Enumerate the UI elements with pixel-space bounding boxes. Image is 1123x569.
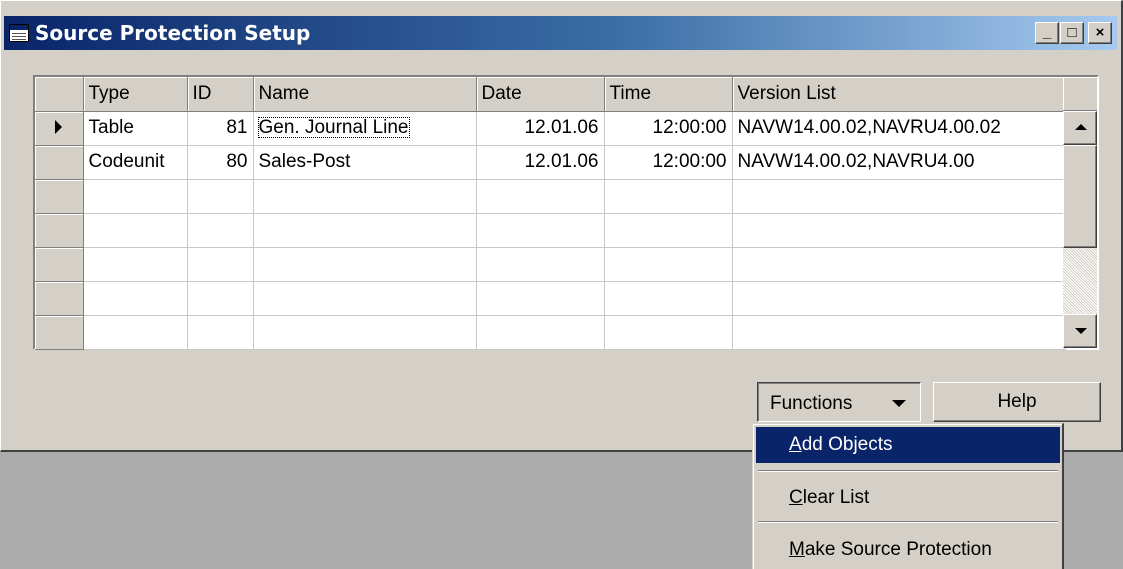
empty-cell[interactable] <box>253 213 477 248</box>
row-selector[interactable] <box>35 145 84 180</box>
cell-name[interactable]: Sales-Post <box>253 145 477 180</box>
empty-cell[interactable] <box>732 179 1066 214</box>
column-header-version-list[interactable]: Version List <box>732 77 1066 112</box>
empty-cell[interactable] <box>253 315 477 350</box>
empty-cell[interactable] <box>604 247 733 282</box>
empty-cell[interactable] <box>732 281 1066 316</box>
functions-menu: Add Objects Clear List Make Source Prote… <box>752 423 1064 569</box>
cell-type[interactable]: Table <box>83 111 188 146</box>
empty-cell[interactable] <box>476 213 605 248</box>
table-row[interactable]: Table 81 Gen. Journal Line 12.01.06 12:0… <box>35 111 1066 146</box>
header-row: Type ID Name Date Time Version List <box>35 77 1066 112</box>
vertical-scrollbar[interactable] <box>1063 111 1097 348</box>
empty-cell[interactable] <box>187 213 254 248</box>
table-row[interactable] <box>35 179 1066 214</box>
empty-cell[interactable] <box>604 213 733 248</box>
menu-separator <box>758 521 1058 523</box>
empty-cell[interactable] <box>253 281 477 316</box>
menu-item-clear-list[interactable]: Clear List <box>756 480 1060 516</box>
empty-cell[interactable] <box>187 315 254 350</box>
empty-cell[interactable] <box>604 281 733 316</box>
cell-date[interactable]: 12.01.06 <box>476 111 605 146</box>
menu-item-label: dd Objects <box>801 434 893 455</box>
objects-grid: Type ID Name Date Time Version List Tabl… <box>33 75 1099 350</box>
column-header-name[interactable]: Name <box>253 77 477 112</box>
mnemonic-m: M <box>789 539 805 560</box>
empty-cell[interactable] <box>732 315 1066 350</box>
empty-cell[interactable] <box>83 315 188 350</box>
cell-type[interactable]: Codeunit <box>83 145 188 180</box>
functions-button-label: Functions <box>770 393 853 414</box>
empty-cell[interactable] <box>253 247 477 282</box>
row-selector[interactable] <box>35 315 84 350</box>
empty-cell[interactable] <box>732 247 1066 282</box>
menu-separator <box>758 470 1058 472</box>
empty-cell[interactable] <box>83 213 188 248</box>
scroll-thumb[interactable] <box>1063 145 1097 248</box>
table-row[interactable] <box>35 281 1066 316</box>
scroll-down-button[interactable] <box>1063 314 1097 348</box>
menu-item-make-source-protection[interactable]: Make Source Protection <box>756 532 1060 568</box>
empty-cell[interactable] <box>476 315 605 350</box>
cell-date[interactable]: 12.01.06 <box>476 145 605 180</box>
empty-cell[interactable] <box>187 247 254 282</box>
minimize-button[interactable]: _ <box>1035 22 1059 44</box>
mnemonic-c: C <box>789 487 803 508</box>
cell-time[interactable]: 12:00:00 <box>604 145 733 180</box>
current-row-arrow-icon <box>55 120 62 134</box>
empty-cell[interactable] <box>476 179 605 214</box>
cell-version-list[interactable]: NAVW14.00.02,NAVRU4.00 <box>732 145 1066 180</box>
empty-cell[interactable] <box>83 247 188 282</box>
mnemonic-a: A <box>789 434 802 455</box>
row-selector-header <box>35 77 84 112</box>
empty-cell[interactable] <box>604 315 733 350</box>
close-button[interactable]: × <box>1088 22 1112 44</box>
row-selector[interactable] <box>35 247 84 282</box>
functions-button[interactable]: Functions <box>757 382 921 422</box>
dropdown-arrow-icon <box>892 400 906 407</box>
row-selector[interactable] <box>35 281 84 316</box>
column-header-type[interactable]: Type <box>83 77 188 112</box>
source-protection-window: Source Protection Setup _ □ × Type ID Na… <box>0 0 1123 452</box>
cell-version-list[interactable]: NAVW14.00.02,NAVRU4.00.02 <box>732 111 1066 146</box>
arrow-up-icon <box>1075 124 1087 130</box>
table-row[interactable]: Codeunit 80 Sales-Post 12.01.06 12:00:00… <box>35 145 1066 180</box>
table-icon <box>9 24 29 42</box>
empty-cell[interactable] <box>253 179 477 214</box>
grid-corner-header <box>1063 77 1097 111</box>
table-row[interactable] <box>35 247 1066 282</box>
window-title: Source Protection Setup <box>35 21 311 45</box>
column-header-id[interactable]: ID <box>187 77 254 112</box>
menu-item-label: lear List <box>802 487 870 508</box>
cell-name[interactable]: Gen. Journal Line <box>253 111 477 146</box>
maximize-button[interactable]: □ <box>1060 22 1084 44</box>
cell-id[interactable]: 81 <box>187 111 254 146</box>
objects-table: Type ID Name Date Time Version List Tabl… <box>35 77 1066 350</box>
cell-id[interactable]: 80 <box>187 145 254 180</box>
menu-item-add-objects[interactable]: Add Objects <box>756 427 1060 463</box>
arrow-down-icon <box>1075 328 1087 334</box>
cell-time[interactable]: 12:00:00 <box>604 111 733 146</box>
empty-cell[interactable] <box>187 281 254 316</box>
empty-cell[interactable] <box>187 179 254 214</box>
empty-cell[interactable] <box>83 179 188 214</box>
table-row[interactable] <box>35 213 1066 248</box>
empty-cell[interactable] <box>732 213 1066 248</box>
focused-cell-text[interactable]: Gen. Journal Line <box>256 115 412 140</box>
empty-cell[interactable] <box>604 179 733 214</box>
empty-cell[interactable] <box>83 281 188 316</box>
help-button[interactable]: Help <box>933 382 1101 422</box>
column-header-time[interactable]: Time <box>604 77 733 112</box>
menu-item-label: ake Source Protection <box>804 539 992 560</box>
column-header-date[interactable]: Date <box>476 77 605 112</box>
table-row[interactable] <box>35 315 1066 350</box>
row-selector[interactable] <box>35 179 84 214</box>
empty-cell[interactable] <box>476 281 605 316</box>
scroll-up-button[interactable] <box>1063 111 1097 145</box>
row-selector[interactable] <box>35 213 84 248</box>
row-selector[interactable] <box>35 111 84 146</box>
empty-cell[interactable] <box>476 247 605 282</box>
title-bar[interactable]: Source Protection Setup _ □ × <box>4 16 1117 50</box>
